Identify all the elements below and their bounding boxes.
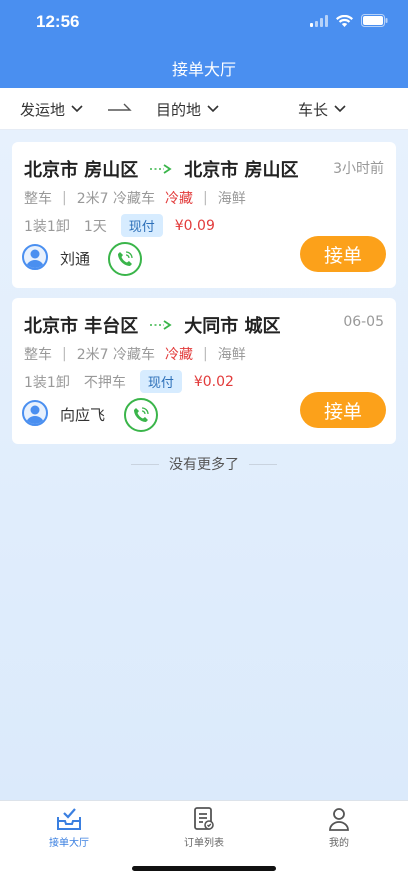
route: 北京市 丰台区 大同市 城区	[24, 312, 281, 338]
call-button[interactable]	[108, 242, 142, 276]
order-meta: 1装1卸 1天 现付 ¥0.09	[24, 214, 215, 237]
phone-icon	[118, 251, 133, 266]
vehicle-length-filter-label: 车长	[298, 100, 329, 119]
price: ¥0.02	[193, 373, 234, 390]
origin-filter[interactable]: 发运地	[20, 88, 83, 130]
payment-badge: 现付	[120, 214, 163, 237]
tab-order-hall[interactable]: 接单大厅	[1, 807, 137, 849]
status-time: 12:56	[36, 12, 80, 31]
tab-label: 订单列表	[184, 838, 224, 849]
call-button[interactable]	[124, 398, 158, 432]
avatar	[22, 244, 48, 270]
order-time: 06-05	[343, 314, 384, 330]
divider: |	[62, 190, 67, 206]
tab-order-list[interactable]: 订单列表	[136, 807, 272, 849]
route-arrow-icon	[150, 320, 172, 330]
order-meta: 1装1卸 不押车 现付 ¥0.02	[24, 370, 234, 393]
divider	[249, 463, 277, 465]
accept-order-button[interactable]: 接单	[300, 236, 386, 272]
user-avatar-icon	[26, 405, 44, 424]
chevron-down-icon	[71, 105, 83, 113]
home-indicator	[132, 866, 276, 871]
order-time: 3小时前	[333, 161, 384, 177]
inbox-check-icon	[57, 808, 81, 830]
divider: |	[202, 346, 208, 362]
temp-type: 冷藏	[164, 347, 193, 363]
document-list-icon	[194, 807, 214, 830]
phone-icon	[134, 407, 149, 422]
divider: |	[62, 346, 67, 362]
contact-name: 向应飞	[60, 406, 106, 424]
destination-filter-label: 目的地	[156, 100, 202, 119]
user-avatar-icon	[26, 249, 44, 268]
vehicle-type: 2米7 冷藏车	[76, 191, 155, 207]
status-icons	[310, 14, 388, 27]
payment-badge: 现付	[139, 370, 182, 393]
route: 北京市 房山区 北京市 房山区	[24, 156, 299, 182]
route-to: 北京市 房山区	[184, 160, 299, 181]
battery-icon	[361, 14, 388, 27]
order-specs: 整车 | 2米7 冷藏车 冷藏 | 海鲜	[24, 188, 246, 208]
list-end-text: 没有更多了	[169, 457, 239, 473]
list-end-indicator: 没有更多了	[0, 454, 408, 474]
price: ¥0.09	[174, 217, 215, 234]
divider	[131, 463, 159, 465]
page-title: 接单大厅	[171, 60, 236, 79]
divider: |	[202, 190, 208, 206]
user-icon	[329, 808, 349, 831]
load-unload: 1装1卸	[24, 218, 70, 235]
route-to: 大同市 城区	[184, 316, 281, 337]
load-type: 整车	[24, 347, 52, 363]
order-card[interactable]: 北京市 房山区 北京市 房山区 3小时前 整车 | 2米7 冷藏车 冷藏 | 海…	[12, 142, 396, 288]
tab-label: 接单大厅	[49, 838, 89, 849]
route-from: 北京市 房山区	[24, 160, 139, 181]
route-arrow-icon	[150, 164, 172, 174]
vehicle-type: 2米7 冷藏车	[76, 347, 155, 363]
avatar	[22, 400, 48, 426]
signal-icon	[310, 14, 328, 27]
load-type: 整车	[24, 191, 52, 207]
vehicle-length-filter[interactable]: 车长	[298, 88, 346, 130]
route-arrow-icon	[108, 103, 132, 111]
tab-label: 我的	[329, 838, 349, 849]
filter-bar: 发运地 目的地 车长	[0, 88, 408, 130]
top-bar: 12:56 接单大厅	[0, 0, 408, 88]
order-list[interactable]: 北京市 房山区 北京市 房山区 3小时前 整车 | 2米7 冷藏车 冷藏 | 海…	[0, 130, 408, 800]
load-unload: 1装1卸	[24, 374, 70, 391]
tab-profile[interactable]: 我的	[271, 807, 407, 849]
cargo-type: 海鲜	[217, 347, 246, 363]
order-extra: 1天	[83, 218, 107, 235]
origin-filter-label: 发运地	[20, 100, 66, 119]
chevron-down-icon	[207, 105, 219, 113]
order-extra: 不押车	[83, 374, 126, 391]
chevron-down-icon	[334, 105, 346, 113]
cargo-type: 海鲜	[217, 191, 246, 207]
temp-type: 冷藏	[164, 191, 193, 207]
destination-filter[interactable]: 目的地	[156, 88, 219, 130]
contact-name: 刘通	[60, 250, 91, 268]
order-specs: 整车 | 2米7 冷藏车 冷藏 | 海鲜	[24, 344, 246, 364]
route-from: 北京市 丰台区	[24, 316, 139, 337]
order-card[interactable]: 北京市 丰台区 大同市 城区 06-05 整车 | 2米7 冷藏车 冷藏 | 海…	[12, 298, 396, 444]
wifi-icon	[336, 14, 353, 27]
accept-order-button[interactable]: 接单	[300, 392, 386, 428]
